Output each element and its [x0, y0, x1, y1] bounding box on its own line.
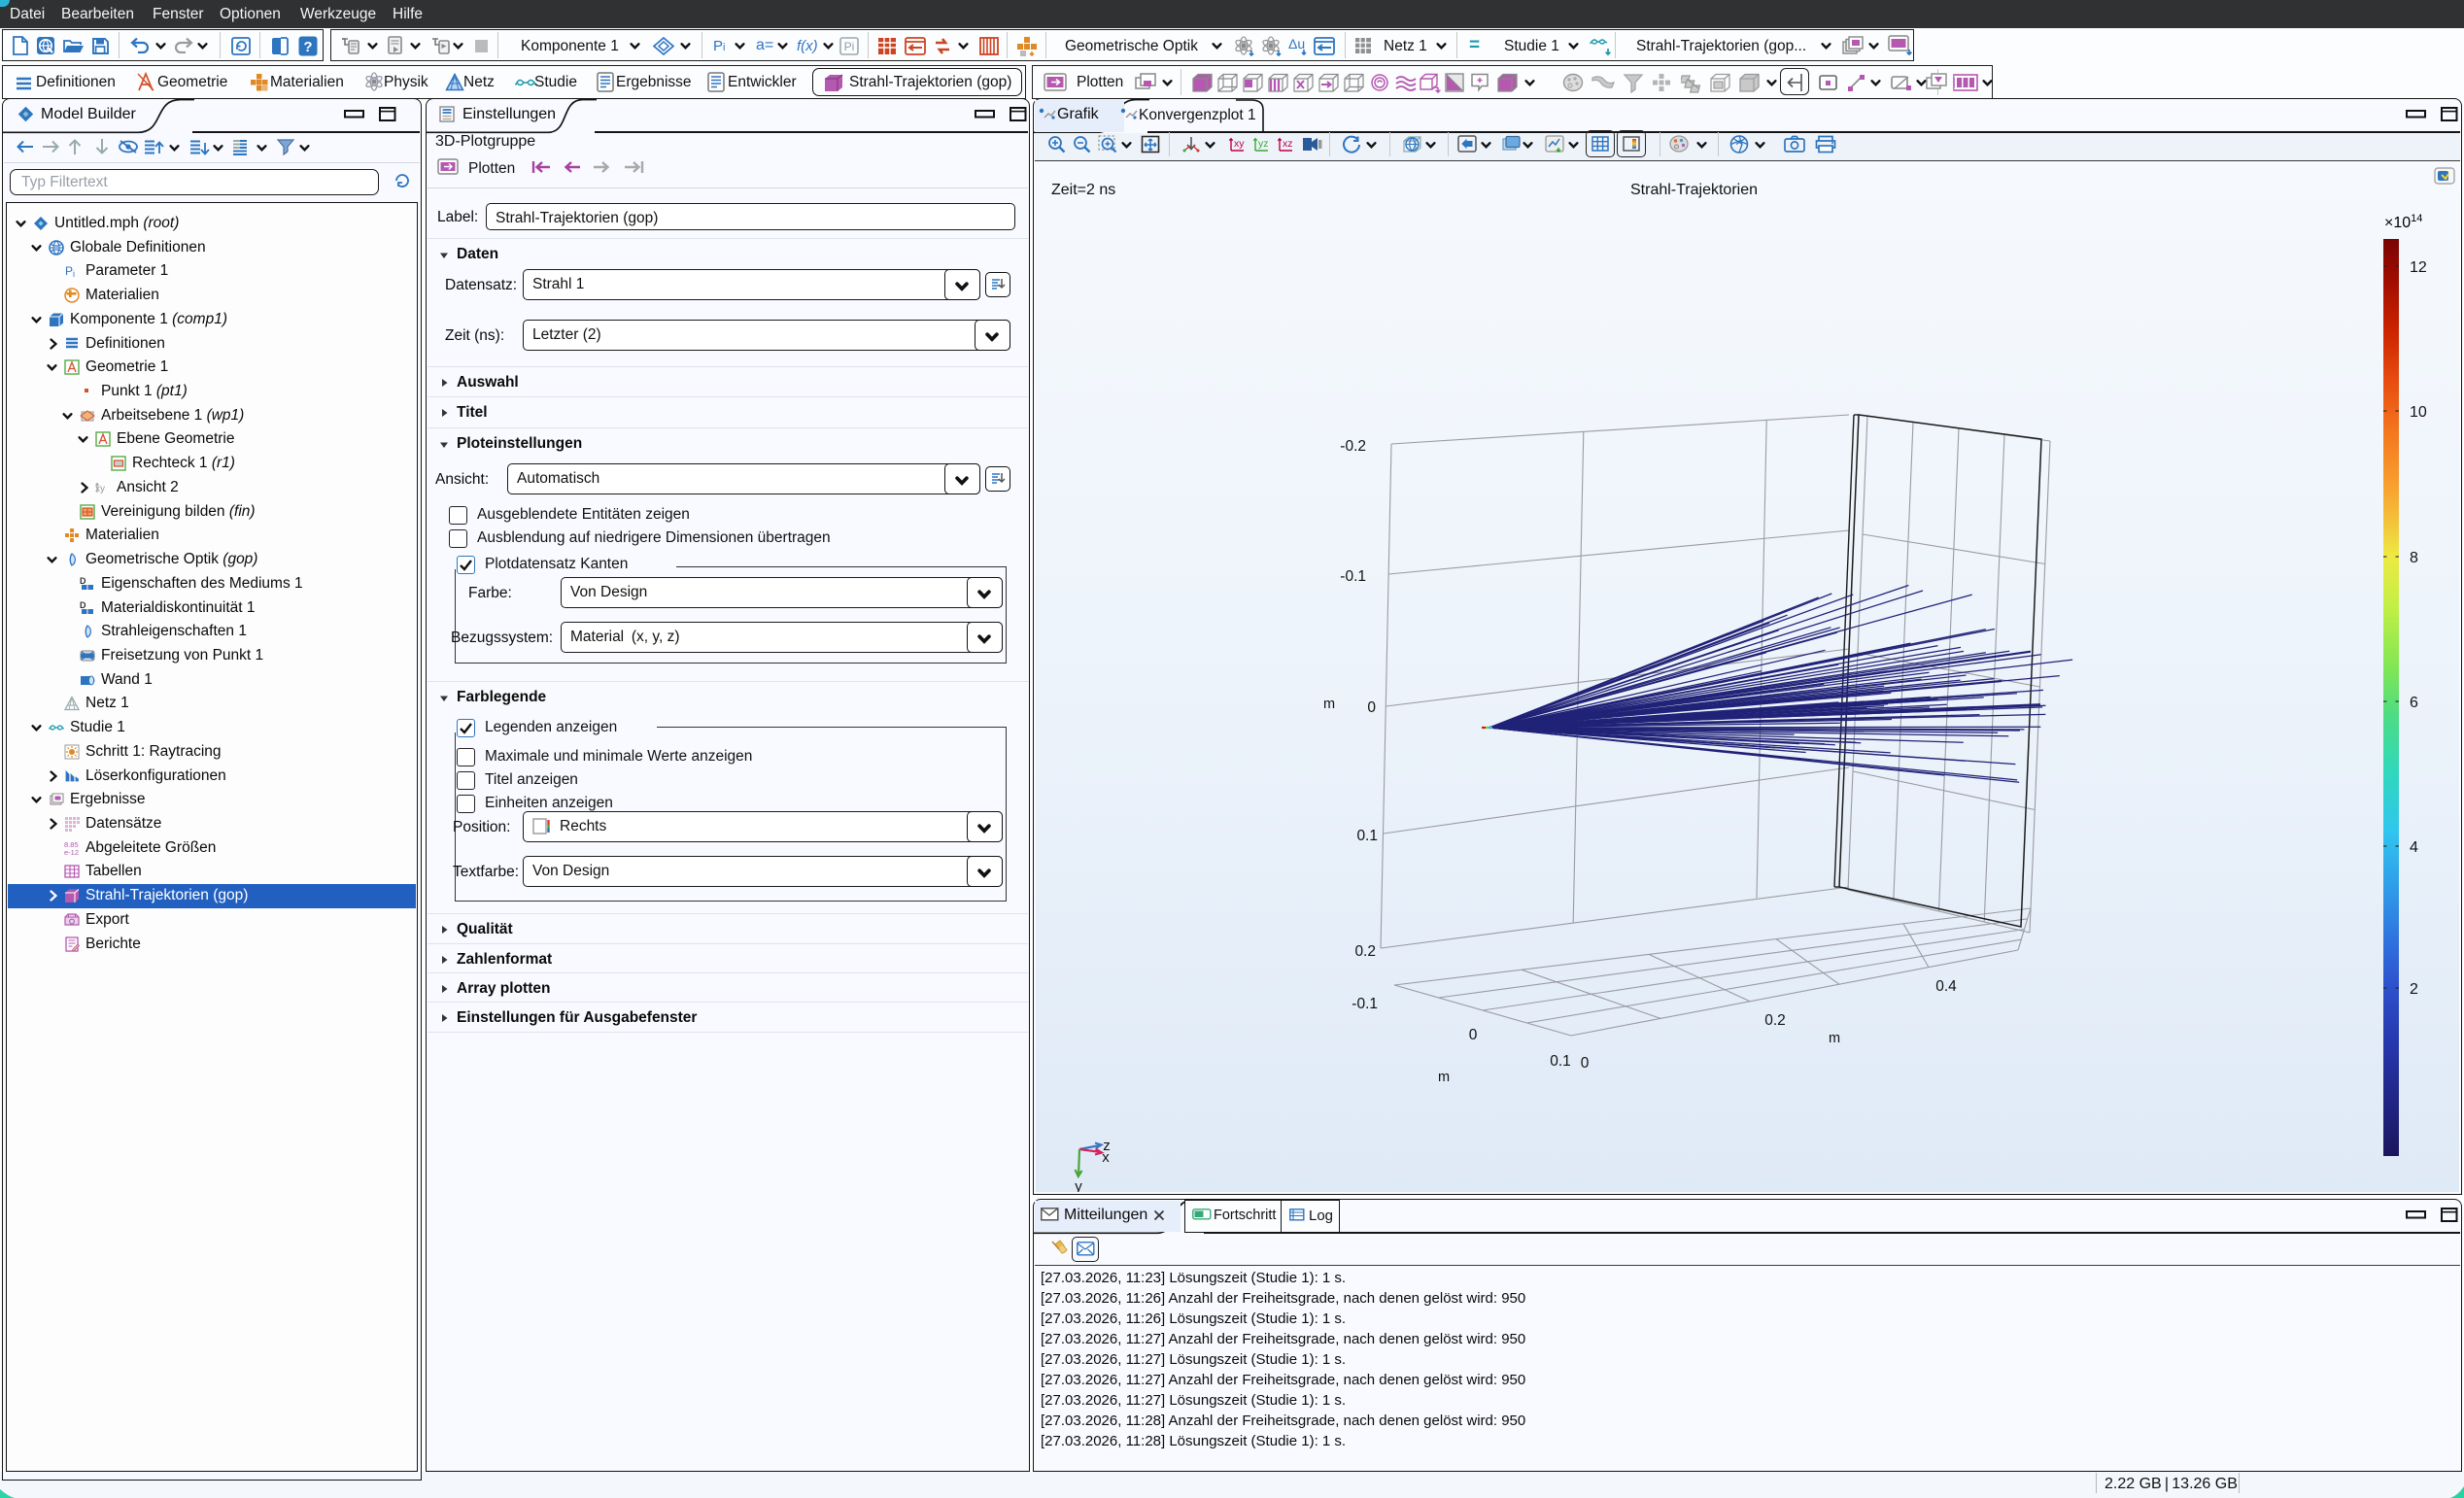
svg-text:m: m: [1829, 1031, 1840, 1046]
svg-text:i: i: [73, 269, 75, 279]
svg-text:12: 12: [2410, 259, 2427, 276]
svg-text:4: 4: [2410, 839, 2418, 856]
svg-text:2: 2: [2410, 981, 2418, 998]
svg-text:10: 10: [2410, 404, 2427, 421]
svg-text:0: 0: [1469, 1027, 1478, 1043]
svg-text:?: ?: [303, 39, 312, 55]
svg-text:D: D: [80, 576, 86, 586]
svg-text:6: 6: [2410, 695, 2418, 711]
svg-text:Pi: Pi: [844, 40, 855, 53]
svg-text:yz: yz: [1258, 138, 1269, 150]
svg-text:-0.1: -0.1: [1352, 996, 1378, 1012]
svg-text:xy: xy: [1234, 138, 1245, 150]
svg-text:Δu: Δu: [1288, 36, 1305, 51]
svg-text:x: x: [1102, 1149, 1110, 1166]
svg-text:m: m: [1323, 697, 1335, 712]
svg-text:D: D: [80, 600, 86, 610]
svg-text:0.1: 0.1: [1550, 1053, 1571, 1070]
svg-text:-0.2: -0.2: [1340, 438, 1366, 455]
svg-text:m: m: [1438, 1070, 1450, 1085]
svg-text:0: 0: [1367, 699, 1376, 716]
svg-text:-0.1: -0.1: [1340, 568, 1366, 585]
svg-text:0.2: 0.2: [1354, 943, 1376, 960]
svg-text:0.1: 0.1: [1356, 828, 1378, 844]
svg-text:×1014: ×1014: [2384, 213, 2422, 231]
svg-text:e-12: e-12: [64, 848, 79, 856]
svg-text:y: y: [1075, 1178, 1082, 1192]
svg-text:0: 0: [1581, 1055, 1590, 1072]
svg-text:xz: xz: [1283, 138, 1293, 150]
svg-text:0.4: 0.4: [1935, 978, 1957, 995]
svg-text:0.2: 0.2: [1764, 1012, 1786, 1029]
svg-text:P: P: [65, 264, 73, 278]
svg-text:8: 8: [2410, 550, 2418, 566]
